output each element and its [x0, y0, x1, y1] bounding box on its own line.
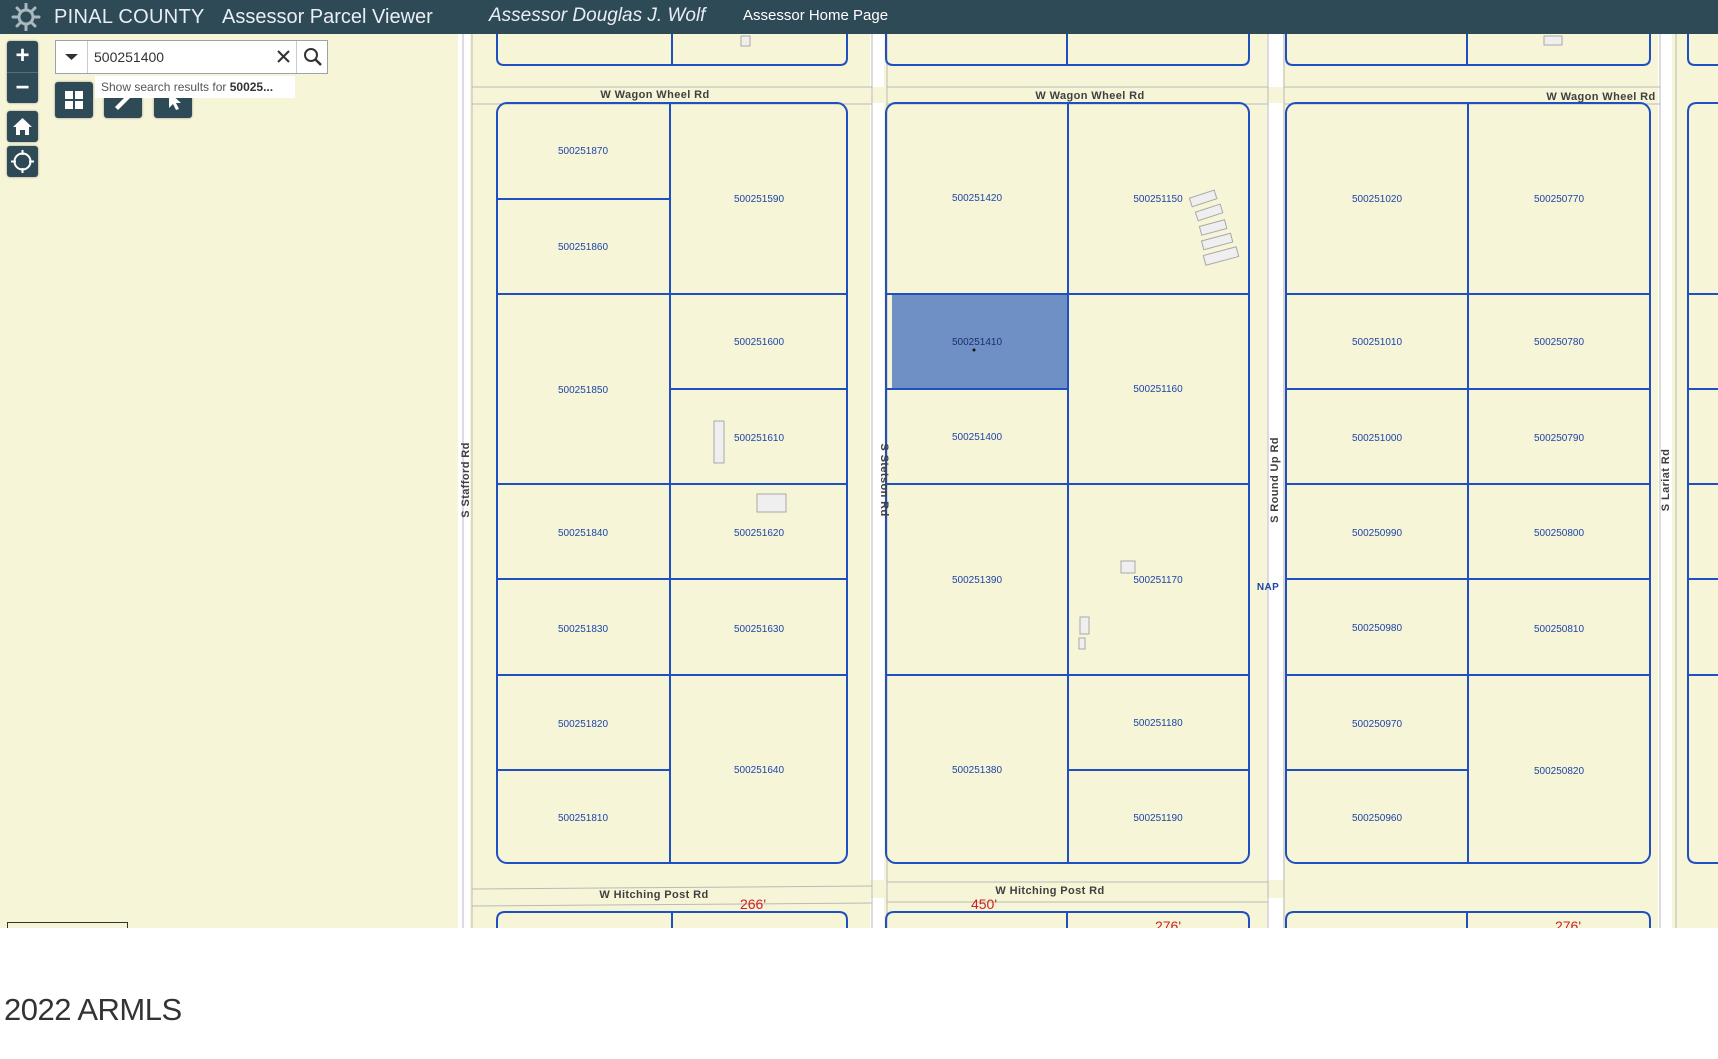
assessor-home-link[interactable]: Assessor Home Page	[743, 7, 888, 24]
parcel-label: 500251000	[1352, 433, 1402, 444]
parcel-label: 500251020	[1352, 194, 1402, 205]
suggestion-term: 50025...	[229, 80, 274, 94]
parcel-label: 500250770	[1534, 194, 1584, 205]
road-label-hitching-post: W Hitching Post Rd	[995, 885, 1104, 897]
parcel-label: 500251010	[1352, 337, 1402, 348]
locate-button[interactable]	[7, 146, 38, 177]
app-title: Assessor Parcel Viewer	[222, 6, 433, 28]
parcel-label: 500250990	[1352, 528, 1402, 539]
parcel-label: 500251810	[558, 813, 608, 824]
road-edges	[462, 34, 1677, 928]
road-label-wagon-wheel: W Wagon Wheel Rd	[600, 89, 709, 101]
road-label-wagon-wheel: W Wagon Wheel Rd	[1546, 91, 1655, 103]
parcel-label: 500251590	[734, 194, 784, 205]
map-view[interactable]: 500251870 500251860 500251590 500251850 …	[0, 34, 1718, 928]
parcel-label: 500250780	[1534, 337, 1584, 348]
nap-label: NAP	[1257, 582, 1279, 593]
locate-icon	[11, 150, 34, 173]
parcel-label: 500251390	[952, 575, 1002, 586]
search-button[interactable]	[296, 41, 329, 73]
parcel-label: 500250980	[1352, 623, 1402, 634]
parcel-label: 500251420	[952, 193, 1002, 204]
parcel-map[interactable]: 500251870 500251860 500251590 500251850 …	[0, 34, 1718, 928]
app-header: PINAL COUNTY Assessor Parcel Viewer Asse…	[0, 0, 1718, 34]
road-label-stafford: S Stafford Rd	[460, 442, 472, 517]
county-title: PINAL COUNTY	[54, 6, 205, 28]
minus-icon: −	[15, 74, 30, 101]
dimension-label: 276'	[1555, 918, 1581, 928]
zoom-in-button[interactable]: +	[7, 41, 38, 72]
chevron-down-icon	[65, 54, 78, 60]
suggestion-prefix: Show search results for	[101, 80, 230, 94]
copyright-text: 2022 ARMLS	[4, 992, 182, 1027]
parcel-label: 500251840	[558, 528, 608, 539]
building-footprints	[713, 35, 1563, 650]
gear-logo-icon	[11, 3, 41, 31]
road-label-hitching-post: W Hitching Post Rd	[599, 889, 708, 901]
parcel-label: 500251860	[558, 242, 608, 253]
home-icon	[13, 118, 32, 135]
parcel-label: 500251190	[1133, 813, 1183, 824]
parcel-label: 500250790	[1534, 433, 1584, 444]
clear-search-button[interactable]	[273, 45, 295, 69]
parcel-label: 500251820	[558, 719, 608, 730]
parcel-label: 500251630	[734, 624, 784, 635]
road-labels: W Wagon Wheel Rd W Wagon Wheel Rd W Wago…	[460, 89, 1672, 901]
parcel-label: 500251400	[952, 432, 1002, 443]
parcel-label: 500251870	[558, 146, 608, 157]
parcel-lines	[496, 34, 1718, 928]
parcel-label: 500250820	[1534, 766, 1584, 777]
search-source-dropdown[interactable]	[56, 41, 88, 73]
close-icon	[277, 50, 290, 63]
parcel-label: 500250960	[1352, 813, 1402, 824]
zoom-out-button[interactable]: −	[7, 72, 38, 104]
parcel-label: 500251160	[1133, 384, 1183, 395]
basemap-gallery-button[interactable]	[55, 82, 93, 118]
parcel-label: 500251600	[734, 337, 784, 348]
assessor-name: Assessor Douglas J. Wolf	[489, 5, 706, 26]
parcel-label: 500250970	[1352, 719, 1402, 730]
parcel-label: 500251610	[734, 433, 784, 444]
search-suggestion[interactable]: Show search results for 50025...	[95, 76, 295, 98]
basemap-gallery-icon	[65, 91, 83, 109]
dimension-label: 450'	[971, 896, 997, 912]
dimension-label: 276'	[1155, 918, 1181, 928]
zoom-control: + −	[7, 41, 38, 103]
parcel-label: 500250800	[1534, 528, 1584, 539]
road-label-wagon-wheel: W Wagon Wheel Rd	[1035, 90, 1144, 102]
road-label-round-up: S Round Up Rd	[1269, 437, 1281, 523]
search-icon	[304, 48, 322, 66]
parcel-label: 500251180	[1133, 718, 1183, 729]
search-widget	[55, 40, 328, 74]
parcel-label: 500251150	[1133, 194, 1183, 205]
parcel-label: 500250810	[1534, 624, 1584, 635]
parcel-label: 500251850	[558, 385, 608, 396]
parcel-label: 500251170	[1133, 575, 1183, 586]
scale-bar	[7, 922, 128, 928]
search-result-marker	[972, 348, 976, 352]
parcel-label: 500251640	[734, 765, 784, 776]
search-input[interactable]	[94, 47, 274, 67]
dimension-label: 266'	[740, 896, 766, 912]
parcel-label: 500251620	[734, 528, 784, 539]
plus-icon: +	[15, 42, 30, 69]
parcel-label: 500251380	[952, 765, 1002, 776]
parcel-label-selected: 500251410	[952, 337, 1002, 348]
road-surfaces	[458, 34, 1672, 928]
home-button[interactable]	[7, 111, 38, 142]
road-label-lariat: S Lariat Rd	[1660, 449, 1672, 511]
road-label-stetson: S Stetson Rd	[878, 443, 890, 516]
parcel-label: 500251830	[558, 624, 608, 635]
